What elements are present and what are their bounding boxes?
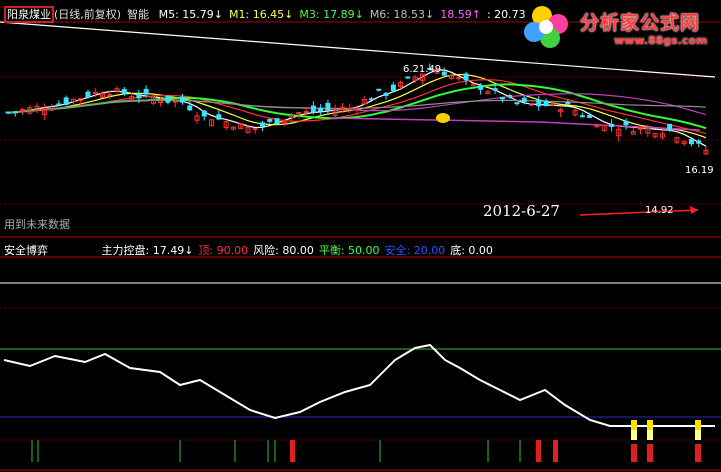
candle xyxy=(441,71,447,76)
right-price-label: 16.19 xyxy=(685,165,714,176)
chart-header: 阳泉煤业 (日线,前复权) 智能 M5: 15.79↓ M1: 16.45↓ M3: 1… xyxy=(4,6,538,23)
candle xyxy=(514,102,520,105)
coin-icon xyxy=(436,113,450,123)
period-label[interactable]: (日线,前复权) xyxy=(54,8,121,21)
high-price-label: 6.21.49 xyxy=(403,64,442,75)
signal-bar-red xyxy=(631,444,637,462)
stock-chart[interactable] xyxy=(0,0,721,472)
signal-bars xyxy=(31,420,701,462)
candle xyxy=(56,103,62,106)
indicator-value-4: 安全: 20.00 xyxy=(384,244,446,257)
date-label: 2012-6-27 xyxy=(483,202,560,220)
site-logo: 分析家公式网 www.88gs.com xyxy=(520,2,720,52)
candle xyxy=(274,118,280,125)
candle xyxy=(180,96,185,103)
candle xyxy=(165,95,171,103)
signal-bar-yellow xyxy=(631,430,637,440)
candle xyxy=(187,105,193,111)
candle xyxy=(405,76,411,79)
ma-value-4: 18.59↑ xyxy=(440,8,481,21)
candle xyxy=(507,94,513,98)
candle xyxy=(565,101,571,105)
candle xyxy=(49,108,55,111)
candle xyxy=(369,98,375,101)
indicator-value-0: 主力控盘: 17.49↓ xyxy=(101,244,194,257)
candle xyxy=(310,105,316,113)
candle xyxy=(492,88,498,91)
candle xyxy=(325,102,331,111)
candle xyxy=(136,93,142,99)
signal-bar-red xyxy=(290,440,295,462)
candle xyxy=(347,107,353,110)
ma-value-3: M6: 18.53↓ xyxy=(369,8,435,21)
stock-name[interactable]: 阳泉煤业 xyxy=(4,6,54,23)
candle xyxy=(318,107,324,112)
signal-bar-yellow xyxy=(695,430,701,440)
signal-bar-yellow xyxy=(695,420,701,430)
signal-bar-red xyxy=(647,444,653,462)
indicator-values: 主力控盘: 17.49↓ 顶: 90.00 风险: 80.00 平衡: 50.00 安全… xyxy=(102,244,498,257)
indicator-line xyxy=(3,343,715,427)
candle xyxy=(12,111,18,114)
candle xyxy=(376,88,382,91)
candle xyxy=(121,88,127,95)
signal-bar-red xyxy=(536,440,541,462)
signal-bar-red xyxy=(553,440,558,462)
indicator-value-5: 底: 0.00 xyxy=(450,244,493,257)
candle xyxy=(216,114,222,120)
candle xyxy=(623,120,629,126)
candle xyxy=(201,110,207,117)
ma-values: M5: 15.79↓ M1: 16.45↓ M3: 17.89↓ M6: 18.53↓… xyxy=(159,8,532,21)
candle xyxy=(696,140,702,144)
candle xyxy=(608,123,614,128)
ma-value-0: M5: 15.79↓ xyxy=(158,8,223,21)
signal-bar-yellow xyxy=(647,420,653,430)
indicator-name[interactable]: 安全博弈 xyxy=(4,244,48,257)
indicator-panel xyxy=(3,343,715,427)
candle xyxy=(594,125,600,128)
candle xyxy=(579,115,585,118)
ma-value-2: M3: 17.89↓ xyxy=(299,8,364,21)
candle xyxy=(543,100,549,107)
candle xyxy=(303,111,309,114)
candle xyxy=(63,97,69,105)
candle xyxy=(536,99,542,107)
indicator-header: 安全博弈 主力控盘: 17.49↓ 顶: 90.00 风险: 80.00 平衡: 50… xyxy=(4,242,503,258)
signal-bar-red xyxy=(695,444,701,462)
flower-logo-icon xyxy=(524,6,568,48)
candle xyxy=(383,92,389,96)
candle xyxy=(85,91,91,98)
candle xyxy=(143,88,149,95)
low-price-label: 14.92 xyxy=(645,205,674,216)
candle xyxy=(499,97,505,100)
candle xyxy=(667,123,673,131)
indicator-value-2: 风险: 80.00 xyxy=(253,244,314,257)
low-arrow xyxy=(579,206,699,216)
candle xyxy=(587,114,593,118)
candle xyxy=(688,139,694,145)
candle xyxy=(390,84,396,91)
candle xyxy=(456,77,462,80)
ma-value-1: M1: 16.45↓ xyxy=(229,8,294,21)
candle xyxy=(267,119,273,122)
mode-label[interactable]: 智能 xyxy=(127,8,149,21)
future-data-note: 用到未来数据 xyxy=(4,218,70,231)
candle xyxy=(478,85,484,90)
arrow-head-icon xyxy=(690,206,698,214)
signal-bar-yellow xyxy=(647,430,653,440)
logo-title: 分析家公式网 xyxy=(580,12,701,34)
candle xyxy=(463,73,469,81)
candle xyxy=(259,122,265,127)
candle xyxy=(5,111,11,114)
logo-url: www.88gs.com xyxy=(614,34,708,47)
low-arrow-line xyxy=(579,209,699,216)
candle xyxy=(521,97,527,102)
indicator-value-1: 顶: 90.00 xyxy=(198,244,249,257)
indicator-value-3: 平衡: 50.00 xyxy=(318,244,380,257)
signal-bar-yellow xyxy=(631,420,637,430)
candle xyxy=(172,100,178,103)
